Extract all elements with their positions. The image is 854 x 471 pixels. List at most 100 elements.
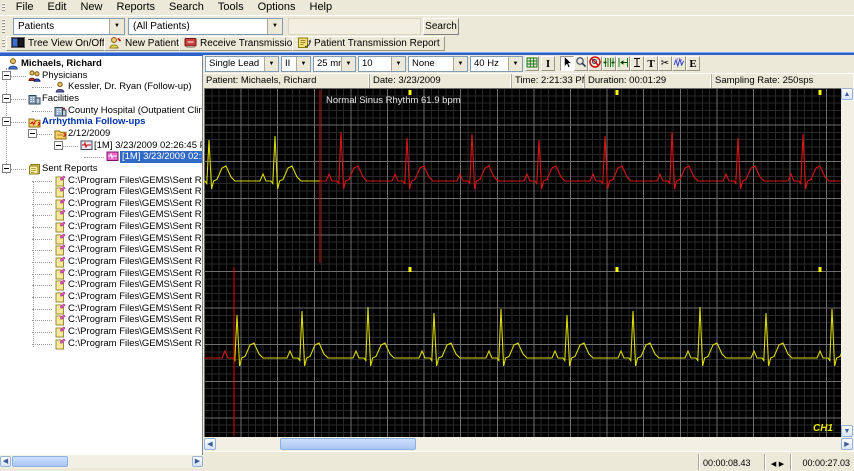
menu-item-help[interactable]: Help xyxy=(303,0,340,15)
scroll-left-icon[interactable]: ◀ xyxy=(0,456,11,467)
grid-icon xyxy=(526,57,538,71)
tree-item[interactable]: Kessler, Dr. Ryan (Follow-up) xyxy=(0,81,202,93)
gain-select[interactable]: 10 mm/mV▼ xyxy=(358,56,406,83)
tree-item[interactable]: C:\Program Files\GEMS\Sent Repo xyxy=(0,221,202,233)
scroll-left-icon[interactable]: ◀ xyxy=(204,438,216,450)
menu-item-reports[interactable]: Reports xyxy=(110,0,163,15)
chevron-down-icon[interactable]: ▼ xyxy=(296,57,310,71)
tree-item[interactable]: C:\Program Files\GEMS\Sent Repo xyxy=(0,209,202,221)
chevron-down-icon[interactable]: ▼ xyxy=(264,57,278,71)
tree-scrollbar-thumb[interactable] xyxy=(12,456,68,467)
tree-item[interactable]: C:\Program Files\GEMS\Sent Repo xyxy=(0,256,202,268)
button-label: Patient Transmission Report xyxy=(314,38,440,49)
events-button[interactable] xyxy=(672,56,686,71)
tree-item[interactable]: 2/12/2009 xyxy=(0,128,202,140)
tree-item[interactable]: C:\Program Files\GEMS\Sent Repo xyxy=(0,314,203,326)
scroll-right-icon[interactable]: ▶ xyxy=(192,456,203,467)
tree-item[interactable]: C:\Program Files\GEMS\Sent Repo xyxy=(0,186,202,198)
scroll-up-icon[interactable]: ▲ xyxy=(841,88,853,100)
menu-item-file[interactable]: File xyxy=(9,0,41,15)
vertical-caliper-button[interactable] xyxy=(630,56,644,71)
scroll-down-icon[interactable]: ▼ xyxy=(841,425,853,437)
zoom-off-button[interactable] xyxy=(588,56,602,71)
text-annotation-button[interactable]: T xyxy=(644,56,658,71)
step-back-icon[interactable]: ◀ xyxy=(771,461,776,468)
chevron-down-icon[interactable]: ▼ xyxy=(109,19,124,34)
zoom-in-button[interactable] xyxy=(574,56,588,71)
menu-item-edit[interactable]: Edit xyxy=(41,0,74,15)
search-button[interactable]: Search xyxy=(423,18,459,35)
speed-select[interactable]: 25 mm/s ▼ xyxy=(313,56,356,72)
tree-item[interactable]: C:\Program Files\GEMS\Sent Repo xyxy=(0,198,202,210)
pointer-button[interactable] xyxy=(560,55,574,71)
overlay-select[interactable]: None ▼ xyxy=(408,56,468,72)
tree-item[interactable]: [1M] 3/23/2009 02:26:45 PM xyxy=(0,140,202,152)
tree-item[interactable]: C:\Program Files\GEMS\Sent Repo xyxy=(0,338,202,350)
collapse-icon[interactable] xyxy=(2,163,11,173)
menu-item-options[interactable]: Options xyxy=(251,0,303,15)
chevron-down-icon[interactable]: ▼ xyxy=(267,19,282,34)
tree-item[interactable]: C:\Program Files\GEMS\Sent Repo xyxy=(0,291,202,303)
tree-view-icon xyxy=(11,36,25,52)
tree-item[interactable]: Arrhythmia Follow-ups xyxy=(0,116,202,128)
compress-button[interactable] xyxy=(602,56,616,71)
chevron-down-icon[interactable]: ▼ xyxy=(341,57,355,71)
time-step-buttons[interactable]: ◀ ▶ xyxy=(764,454,790,470)
ecg-waveform-area[interactable]: Normal Sinus Rhythm 61.9 bpm CH1 xyxy=(204,88,841,437)
collapse-icon[interactable] xyxy=(2,93,11,103)
chevron-down-icon[interactable]: ▼ xyxy=(391,57,405,71)
ecg-scrollbar-thumb[interactable] xyxy=(280,438,416,450)
combo-value: 40 Hz xyxy=(474,58,499,69)
tree-item[interactable]: C:\Program Files\GEMS\Sent Repo xyxy=(0,175,202,187)
tree-item[interactable]: C:\Program Files\GEMS\Sent Repo xyxy=(0,326,202,338)
collapse-icon[interactable] xyxy=(54,140,63,150)
collapse-icon[interactable] xyxy=(2,117,11,127)
filter-select[interactable]: 40 Hz ▼ xyxy=(470,56,523,72)
tree-view-button[interactable]: Tree View On/Off xyxy=(6,36,110,51)
lead-select[interactable]: II ▼ xyxy=(281,56,311,72)
patient-transmission-report-button[interactable]: Patient Transmission Report xyxy=(292,36,445,51)
tree-item[interactable]: Michaels, Richard xyxy=(0,58,202,70)
tree-item-label: C:\Program Files\GEMS\Sent Repo xyxy=(68,314,203,326)
ecg-horizontal-scrollbar[interactable]: ◀ ▶ xyxy=(203,437,854,451)
tree-item[interactable]: Facilities xyxy=(0,93,202,105)
scroll-right-icon[interactable]: ▶ xyxy=(841,438,853,450)
menu-item-search[interactable]: Search xyxy=(162,0,211,15)
tree-horizontal-scrollbar[interactable]: ◀ ▶ xyxy=(0,455,203,468)
zoom-icon xyxy=(575,56,587,71)
tree-item[interactable]: County Hospital (Outpatient Clinic) xyxy=(0,105,202,117)
caliper-button[interactable]: I xyxy=(541,56,555,71)
new-patient-button[interactable]: New Patient xyxy=(104,36,184,51)
menu-item-tools[interactable]: Tools xyxy=(211,0,251,15)
category-select[interactable]: Patients ▼ xyxy=(13,18,125,35)
tree-item[interactable]: C:\Program Files\GEMS\Sent Repo xyxy=(0,279,202,291)
scope-select[interactable]: (All Patients) ▼ xyxy=(128,18,283,35)
patient-tree[interactable]: Michaels, Richard Physicians Kessler, Dr. … xyxy=(0,56,203,455)
collapse-icon[interactable] xyxy=(28,128,37,138)
action-toolbar: Tree View On/Off New Patient Receive Trans… xyxy=(0,36,854,52)
tree-item[interactable]: Physicians xyxy=(0,70,202,82)
search-input[interactable] xyxy=(288,18,421,35)
chevron-down-icon[interactable]: ▼ xyxy=(508,57,522,71)
tree-item-label: Kessler, Dr. Ryan (Follow-up) xyxy=(68,81,192,93)
interval-tick xyxy=(615,90,619,95)
tree-item[interactable]: C:\Program Files\GEMS\Sent Repo xyxy=(0,268,202,280)
application-window: File Edit New Reports Search Tools Options Help… xyxy=(0,0,854,471)
receive-transmission-button[interactable]: Receive Transmission xyxy=(179,36,303,51)
edit-button[interactable]: E xyxy=(686,56,700,71)
tree-item[interactable]: [1M] 3/23/2009 02:21 xyxy=(0,151,202,164)
menu-item-new[interactable]: New xyxy=(73,0,109,15)
cut-button[interactable]: ✂ xyxy=(658,56,672,71)
tree-item[interactable]: C:\Program Files\GEMS\Sent Repo xyxy=(0,233,202,245)
step-forward-icon[interactable]: ▶ xyxy=(779,461,784,468)
collapse-icon[interactable] xyxy=(2,70,11,80)
tree-item[interactable]: Sent Reports xyxy=(0,163,202,175)
lead-mode-select[interactable]: Single Lead ▼ xyxy=(205,56,279,72)
ecg-vertical-scrollbar[interactable]: ▲ ▼ xyxy=(841,88,854,437)
tree-item[interactable]: C:\Program Files\GEMS\Sent Repo xyxy=(0,244,202,256)
measure-button[interactable] xyxy=(616,56,630,71)
grid-button[interactable] xyxy=(525,56,539,71)
chevron-down-icon[interactable]: ▼ xyxy=(453,57,467,71)
combo-value: II xyxy=(285,58,291,69)
tree-item[interactable]: C:\Program Files\GEMS\Sent Repo xyxy=(0,303,202,315)
